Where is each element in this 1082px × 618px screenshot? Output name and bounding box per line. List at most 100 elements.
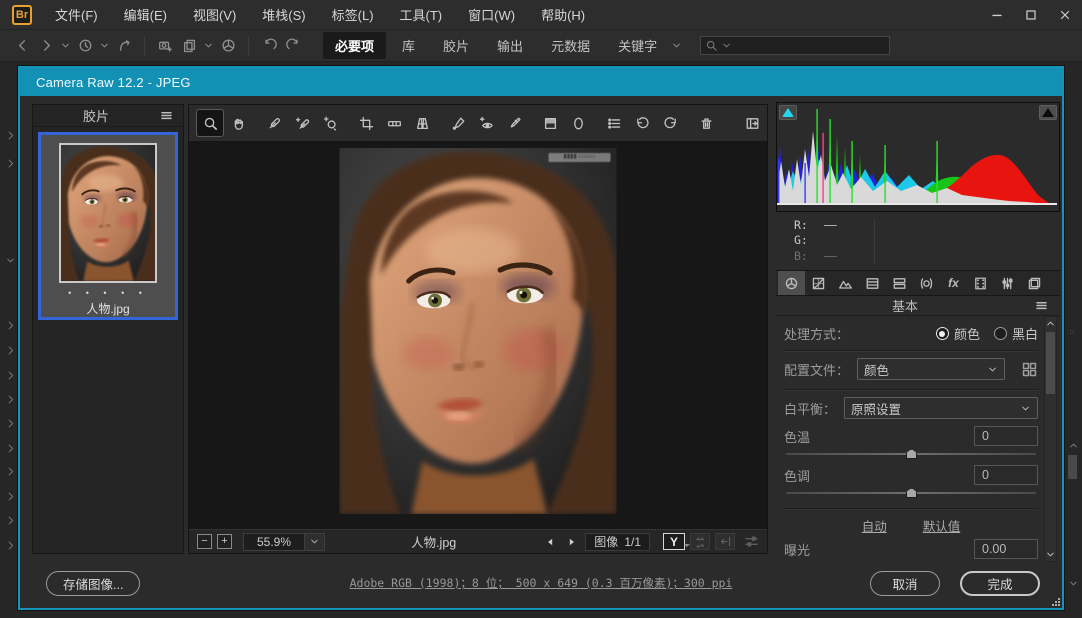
panel-toggle-tool[interactable]	[739, 110, 765, 136]
target-tool[interactable]	[317, 110, 343, 136]
refine-button[interactable]	[177, 35, 201, 57]
workflow-options-link[interactable]: Adobe RGB (1998)；8 位； 500 x 649 (0.3 百万像…	[350, 575, 733, 591]
trash-tool[interactable]	[693, 110, 719, 136]
profile-select[interactable]: 颜色	[857, 358, 1005, 380]
highlight-clipping-indicator[interactable]	[1039, 105, 1057, 120]
collapsed-panel-chevron-right[interactable]	[5, 491, 16, 502]
brush-tool[interactable]	[501, 110, 527, 136]
menu-视图(V)[interactable]: 视图(V)	[180, 1, 249, 28]
refine-dropdown[interactable]	[201, 35, 216, 57]
workspace-tab-胶片[interactable]: 胶片	[431, 32, 481, 59]
back-button[interactable]	[10, 35, 34, 57]
recent-files-button[interactable]	[73, 35, 97, 57]
menu-堆栈(S)[interactable]: 堆栈(S)	[249, 1, 318, 28]
workspace-tab-必要项[interactable]: 必要项	[323, 32, 386, 59]
preview-photo[interactable]: ▮▮▮▮ ▭▭▭	[340, 148, 617, 514]
maximize-button[interactable]	[1014, 2, 1048, 28]
tint-input[interactable]: 0	[974, 465, 1038, 485]
resize-grip[interactable]	[1050, 596, 1060, 606]
filmstrip-menu-button[interactable]	[159, 108, 183, 123]
collapsed-panel-chevron-right[interactable]	[5, 394, 16, 405]
forward-button[interactable]	[34, 35, 58, 57]
crop-tool[interactable]	[353, 110, 379, 136]
tint-slider[interactable]	[786, 488, 1036, 498]
close-button[interactable]	[1048, 2, 1082, 28]
tab-basic[interactable]	[778, 271, 805, 295]
panel-grip[interactable]: ⁙	[1069, 328, 1077, 337]
rotate-cw-tool[interactable]	[657, 110, 683, 136]
cancel-button[interactable]: 取消	[870, 571, 940, 596]
minimize-button[interactable]	[980, 2, 1014, 28]
search-input[interactable]	[735, 39, 885, 53]
collapsed-panel-chevron-right[interactable]	[5, 540, 16, 551]
menu-窗口(W)[interactable]: 窗口(W)	[455, 1, 528, 28]
save-image-button[interactable]: 存储图像...	[46, 571, 140, 596]
menu-工具(T)[interactable]: 工具(T)	[387, 1, 456, 28]
hand-tool[interactable]	[225, 110, 251, 136]
eyedropper-tool[interactable]	[261, 110, 287, 136]
prev-image-button[interactable]	[542, 534, 560, 550]
collapsed-panel-chevron-right[interactable]	[5, 418, 16, 429]
auto-link[interactable]: 自动	[862, 516, 887, 535]
heal-tool[interactable]	[445, 110, 471, 136]
nav-dropdown[interactable]	[58, 35, 73, 57]
collapsed-panel-chevron-right[interactable]	[5, 320, 16, 331]
collapsed-panel-chevron-right[interactable]	[5, 443, 16, 454]
workspace-tab-库[interactable]: 库	[390, 32, 427, 59]
collapsed-panel-chevron-right[interactable]	[5, 158, 16, 169]
rotate-left-button[interactable]	[257, 35, 281, 57]
panel-scrollbar[interactable]	[1044, 316, 1057, 562]
copy-settings-button[interactable]	[715, 533, 735, 550]
workspace-dropdown[interactable]	[669, 35, 684, 57]
collapsed-panel-chevron-right[interactable]	[5, 370, 16, 381]
tab-effects[interactable]: fx	[940, 271, 967, 295]
panel-scrollbar-thumb[interactable]	[1046, 332, 1055, 394]
tab-camera-calibration[interactable]	[967, 271, 994, 295]
collapsed-panel-chevron-right[interactable]	[5, 466, 16, 477]
done-button[interactable]: 完成	[960, 571, 1040, 596]
tab-presets[interactable]	[994, 271, 1021, 295]
menu-标签(L)[interactable]: 标签(L)	[319, 1, 387, 28]
scroll-down-icon[interactable]	[1068, 578, 1079, 589]
collapsed-panel-chevron-down[interactable]	[5, 255, 16, 266]
background-scrollbar-thumb[interactable]	[1068, 455, 1077, 479]
radio-color[interactable]	[936, 327, 949, 340]
collapsed-panel-chevron-right[interactable]	[5, 345, 16, 356]
tab-detail[interactable]	[832, 271, 859, 295]
collapsed-panel-chevron-right[interactable]	[5, 130, 16, 141]
menu-帮助(H)[interactable]: 帮助(H)	[528, 1, 598, 28]
temp-slider[interactable]	[786, 449, 1036, 459]
get-photos-button[interactable]	[153, 35, 177, 57]
profile-browser-icon[interactable]	[1021, 361, 1038, 378]
workspace-tab-输出[interactable]: 输出	[485, 32, 535, 59]
zoom-level-select[interactable]: 55.9%	[243, 533, 325, 551]
temp-slider-thumb[interactable]	[906, 449, 917, 459]
zoom-out-button[interactable]: −	[197, 534, 212, 549]
before-after-toggle[interactable]: Y	[663, 533, 685, 550]
red-eye-tool[interactable]	[473, 110, 499, 136]
rating-dots[interactable]: • • • • •	[68, 288, 148, 298]
bridge-logo[interactable]: Br	[12, 5, 32, 25]
tab-snapshots[interactable]	[1021, 271, 1048, 295]
wb-select[interactable]: 原照设置	[844, 397, 1038, 419]
grad-tool[interactable]	[537, 110, 563, 136]
zoom-level-chevron[interactable]	[305, 533, 325, 551]
thumbnail-selected[interactable]: • • • • • 人物.jpg	[38, 132, 178, 320]
tint-slider-thumb[interactable]	[906, 488, 917, 498]
open-in-camera-raw-button[interactable]	[216, 35, 240, 57]
zoom-tool[interactable]	[197, 110, 223, 136]
workspace-tab-元数据[interactable]: 元数据	[539, 32, 602, 59]
transform-tool[interactable]	[409, 110, 435, 136]
scroll-up-icon[interactable]	[1068, 440, 1079, 451]
rotate-ccw-tool[interactable]	[629, 110, 655, 136]
tab-tone-curve[interactable]	[805, 271, 832, 295]
collapsed-panel-chevron-right[interactable]	[5, 515, 16, 526]
eyedropper-plus-tool[interactable]	[289, 110, 315, 136]
radio-bw[interactable]	[994, 327, 1007, 340]
toggle-settings-button[interactable]	[744, 534, 759, 549]
shadow-clipping-indicator[interactable]	[779, 105, 797, 120]
recent-dropdown[interactable]	[97, 35, 112, 57]
tab-split-toning[interactable]	[886, 271, 913, 295]
section-menu-button[interactable]	[1034, 298, 1060, 313]
image-canvas[interactable]: ▮▮▮▮ ▭▭▭	[189, 142, 767, 529]
